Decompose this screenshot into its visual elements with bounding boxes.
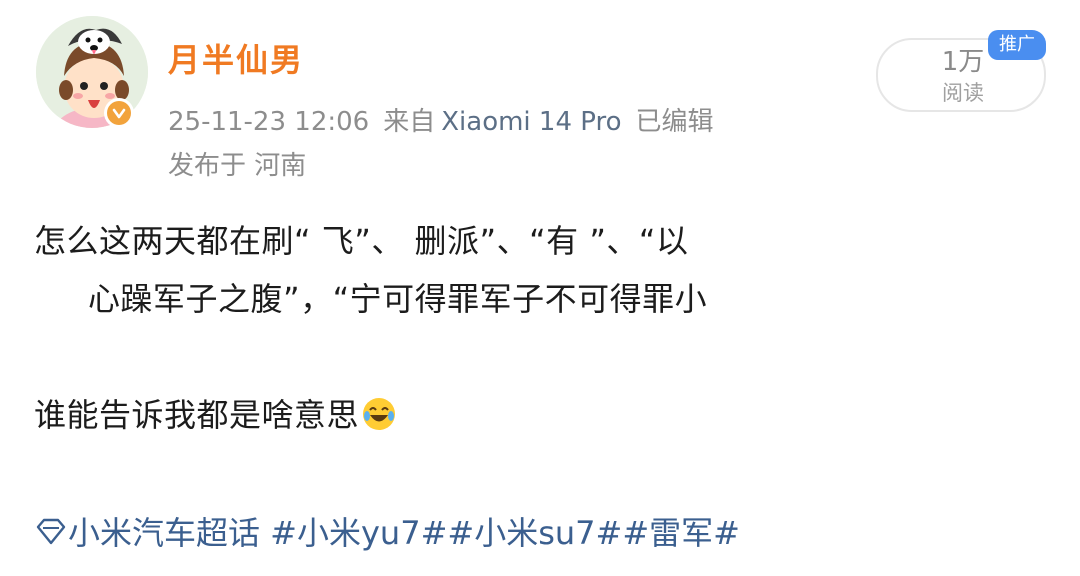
edited-label[interactable]: 已编辑: [636, 107, 714, 137]
laughing-tears-emoji-icon: [361, 392, 397, 430]
post-location: 发布于 河南: [168, 151, 307, 181]
body-line-3: 谁能告诉我都是啥意思: [34, 396, 360, 434]
body-line-1: 怎么这两天都在刷“ 飞”、 删派”、“有 ”、“以: [34, 222, 689, 260]
topic-text[interactable]: 小米汽车超话 #小米yu7##小米su7##雷军#: [68, 514, 740, 552]
diamond-supertopic-icon: [34, 507, 68, 545]
read-label: 阅读: [942, 81, 984, 105]
topic-links[interactable]: 小米汽车超话 #小米yu7##小米su7##雷军#: [34, 504, 740, 562]
verified-badge-icon: [104, 98, 134, 128]
author-name[interactable]: 月半仙男: [168, 38, 304, 82]
post-timestamp: 25-11-23 12:06: [168, 107, 370, 137]
body-line-2: 心躁军子之腹”，“宁可得罪军子不可得罪小: [88, 280, 708, 318]
source-prefix: 来自: [383, 107, 436, 137]
post-body: 怎么这两天都在刷“ 飞”、 删派”、“有 ”、“以 心躁军子之腹”，“宁可得罪军…: [34, 212, 1054, 444]
text-fade-overlay: [860, 520, 1080, 564]
body-line-3-wrap: 谁能告诉我都是啥意思: [34, 386, 1054, 444]
post-meta: 25-11-23 12:06 来自 Xiaomi 14 Pro 已编辑: [168, 104, 728, 140]
ad-badge: 推广: [988, 30, 1046, 60]
device-name[interactable]: Xiaomi 14 Pro: [441, 107, 621, 137]
